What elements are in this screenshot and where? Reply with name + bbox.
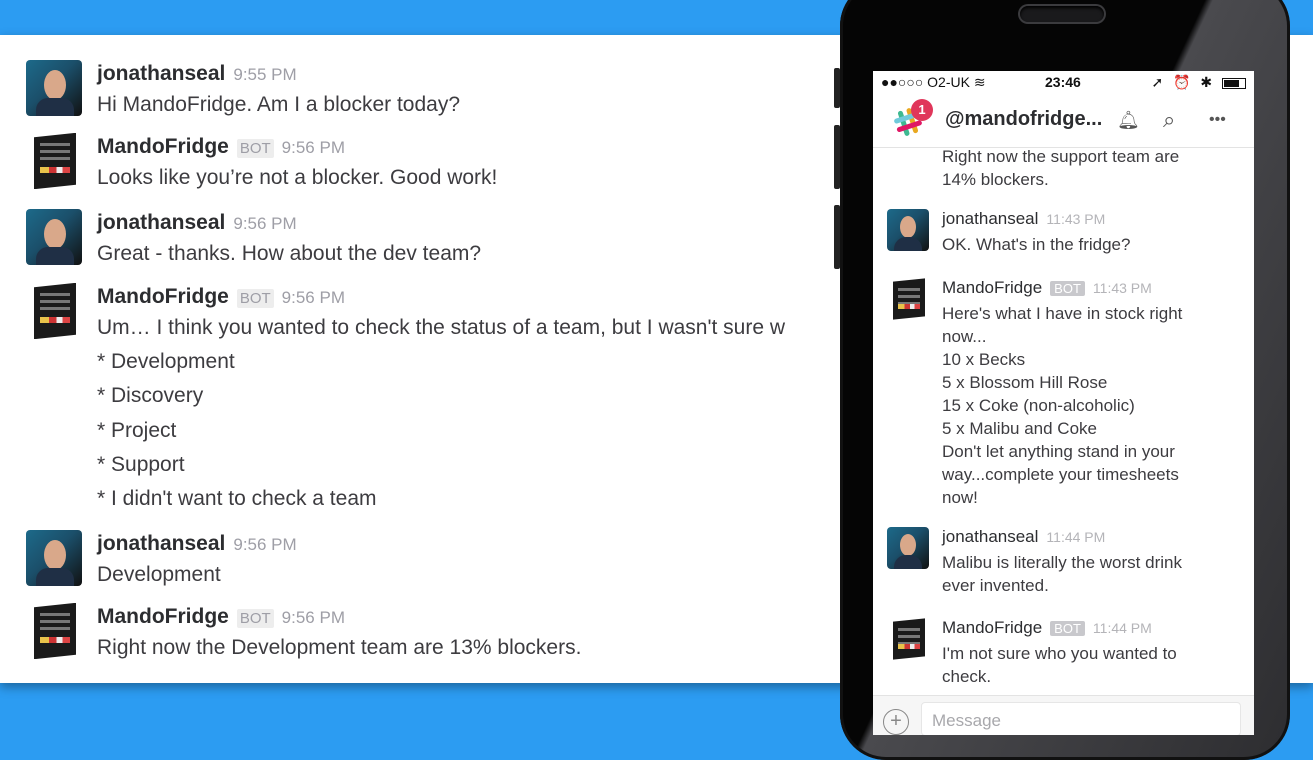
status-bar: ●●○○○ O2-UK ≋ 23:46 ➚ ⏰ ✱ bbox=[873, 71, 1254, 93]
message-author[interactable]: jonathanseal 11:44 PM bbox=[942, 527, 1105, 547]
wifi-icon: ≋ bbox=[973, 74, 986, 90]
user-avatar[interactable] bbox=[887, 527, 929, 569]
unread-badge: 1 bbox=[911, 99, 933, 121]
message-timestamp[interactable]: 9:55 PM bbox=[233, 65, 296, 84]
author-name[interactable]: MandoFridge bbox=[97, 285, 229, 308]
user-avatar[interactable] bbox=[26, 60, 82, 116]
message-text: 15 x Coke (non-alcoholic) bbox=[942, 396, 1135, 415]
message-text: Don't let anything stand in your bbox=[942, 442, 1175, 461]
message-text: Um… I think you wanted to check the stat… bbox=[97, 316, 785, 339]
message-timestamp[interactable]: 9:56 PM bbox=[282, 138, 345, 157]
author-name[interactable]: jonathanseal bbox=[97, 62, 225, 85]
message-text: * I didn't want to check a team bbox=[97, 487, 377, 510]
fridge-bot-avatar[interactable] bbox=[26, 283, 82, 339]
message-author[interactable]: MandoFridge BOT 9:56 PM bbox=[97, 605, 345, 629]
message-timestamp[interactable]: 11:44 PM bbox=[1046, 529, 1105, 545]
author-name[interactable]: jonathanseal bbox=[942, 209, 1038, 228]
message-text: 10 x Becks bbox=[942, 350, 1026, 369]
message-author[interactable]: MandoFridge BOT 9:56 PM bbox=[97, 285, 345, 309]
status-time: 23:46 bbox=[1045, 74, 1081, 90]
author-name[interactable]: MandoFridge bbox=[97, 135, 229, 158]
carrier-label: ●●○○○ O2-UK ≋ bbox=[881, 74, 986, 90]
message-composer: + Message bbox=[873, 695, 1254, 735]
message-text: Looks like you’re not a blocker. Good wo… bbox=[97, 166, 498, 189]
bot-tag: BOT bbox=[1050, 281, 1085, 296]
phone-screen: ●●○○○ O2-UK ≋ 23:46 ➚ ⏰ ✱ 1 @mandofridge… bbox=[873, 71, 1254, 735]
author-name[interactable]: MandoFridge bbox=[942, 618, 1042, 637]
message-text: 14% blockers. bbox=[942, 170, 1049, 189]
message-text: Development bbox=[97, 563, 221, 586]
bot-tag: BOT bbox=[236, 139, 274, 158]
message-timestamp[interactable]: 9:56 PM bbox=[233, 214, 296, 233]
fridge-bot-avatar[interactable] bbox=[887, 618, 929, 660]
message-timestamp[interactable]: 9:56 PM bbox=[282, 608, 345, 627]
message-text: now... bbox=[942, 327, 987, 346]
message-text: * Development bbox=[97, 350, 235, 374]
phone-speaker bbox=[1020, 6, 1104, 22]
message-text: I'm not sure who you wanted to bbox=[942, 644, 1177, 663]
message-text: * Discovery bbox=[97, 384, 204, 408]
message-text: 5 x Malibu and Coke bbox=[942, 419, 1097, 438]
message-text: Malibu is literally the worst drink bbox=[942, 553, 1182, 572]
author-name[interactable]: jonathanseal bbox=[942, 527, 1038, 546]
author-name[interactable]: MandoFridge bbox=[942, 278, 1042, 297]
user-avatar[interactable] bbox=[26, 530, 82, 586]
message-timestamp[interactable]: 9:56 PM bbox=[282, 288, 345, 307]
message-text: Right now the support team are bbox=[942, 147, 1180, 166]
fridge-bot-avatar[interactable] bbox=[887, 278, 929, 320]
message-author[interactable]: MandoFridge BOT 11:44 PM bbox=[942, 618, 1152, 638]
message-timestamp[interactable]: 11:43 PM bbox=[1093, 280, 1152, 296]
add-attachment-button[interactable]: + bbox=[883, 709, 909, 735]
message-text: 5 x Blossom Hill Rose bbox=[942, 373, 1108, 392]
message-author[interactable]: jonathanseal 9:56 PM bbox=[97, 532, 297, 556]
message-input[interactable]: Message bbox=[921, 702, 1241, 735]
fridge-bot-avatar[interactable] bbox=[26, 603, 82, 659]
snooze-bell-icon[interactable]: 🔔︎ bbox=[1117, 110, 1140, 131]
author-name[interactable]: jonathanseal bbox=[97, 211, 225, 234]
message-text: Hi MandoFridge. Am I a blocker today? bbox=[97, 93, 461, 116]
location-alarm-bluetooth-icons: ➚ ⏰ ✱ bbox=[1151, 74, 1216, 90]
channel-header: 1 @mandofridge... 🔔︎ ⌕ ••• bbox=[873, 95, 1254, 148]
message-text: now! bbox=[942, 488, 978, 507]
author-name[interactable]: MandoFridge bbox=[97, 605, 229, 628]
channel-title[interactable]: @mandofridge... bbox=[945, 108, 1102, 131]
message-text: Right now the Development team are 13% b… bbox=[97, 636, 582, 659]
message-text: check. bbox=[942, 667, 992, 686]
message-author[interactable]: jonathanseal 11:43 PM bbox=[942, 209, 1105, 229]
bot-tag: BOT bbox=[236, 289, 274, 308]
user-avatar[interactable] bbox=[26, 209, 82, 265]
message-author[interactable]: jonathanseal 9:55 PM bbox=[97, 62, 297, 86]
bot-tag: BOT bbox=[1050, 621, 1085, 636]
message-author[interactable]: MandoFridge BOT 9:56 PM bbox=[97, 135, 345, 159]
message-author[interactable]: MandoFridge BOT 11:43 PM bbox=[942, 278, 1152, 298]
message-text: OK. What's in the fridge? bbox=[942, 235, 1131, 254]
message-text: Great - thanks. How about the dev team? bbox=[97, 242, 482, 265]
message-timestamp[interactable]: 11:43 PM bbox=[1046, 211, 1105, 227]
user-avatar[interactable] bbox=[887, 209, 929, 251]
battery-icon bbox=[1222, 77, 1246, 89]
message-text: * Project bbox=[97, 418, 177, 442]
more-icon[interactable]: ••• bbox=[1209, 111, 1226, 129]
bot-tag: BOT bbox=[236, 609, 274, 628]
status-icons: ➚ ⏰ ✱ bbox=[1151, 74, 1246, 91]
message-timestamp[interactable]: 9:56 PM bbox=[233, 535, 296, 554]
fridge-bot-avatar[interactable] bbox=[26, 133, 82, 189]
message-timestamp[interactable]: 11:44 PM bbox=[1093, 620, 1152, 636]
search-icon[interactable]: ⌕ bbox=[1163, 107, 1175, 133]
message-text: way...complete your timesheets bbox=[942, 465, 1179, 484]
message-text: ever invented. bbox=[942, 576, 1049, 595]
message-author[interactable]: jonathanseal 9:56 PM bbox=[97, 211, 297, 235]
message-text: * Support bbox=[97, 452, 185, 476]
message-text: Here's what I have in stock right bbox=[942, 304, 1183, 323]
author-name[interactable]: jonathanseal bbox=[97, 532, 225, 555]
